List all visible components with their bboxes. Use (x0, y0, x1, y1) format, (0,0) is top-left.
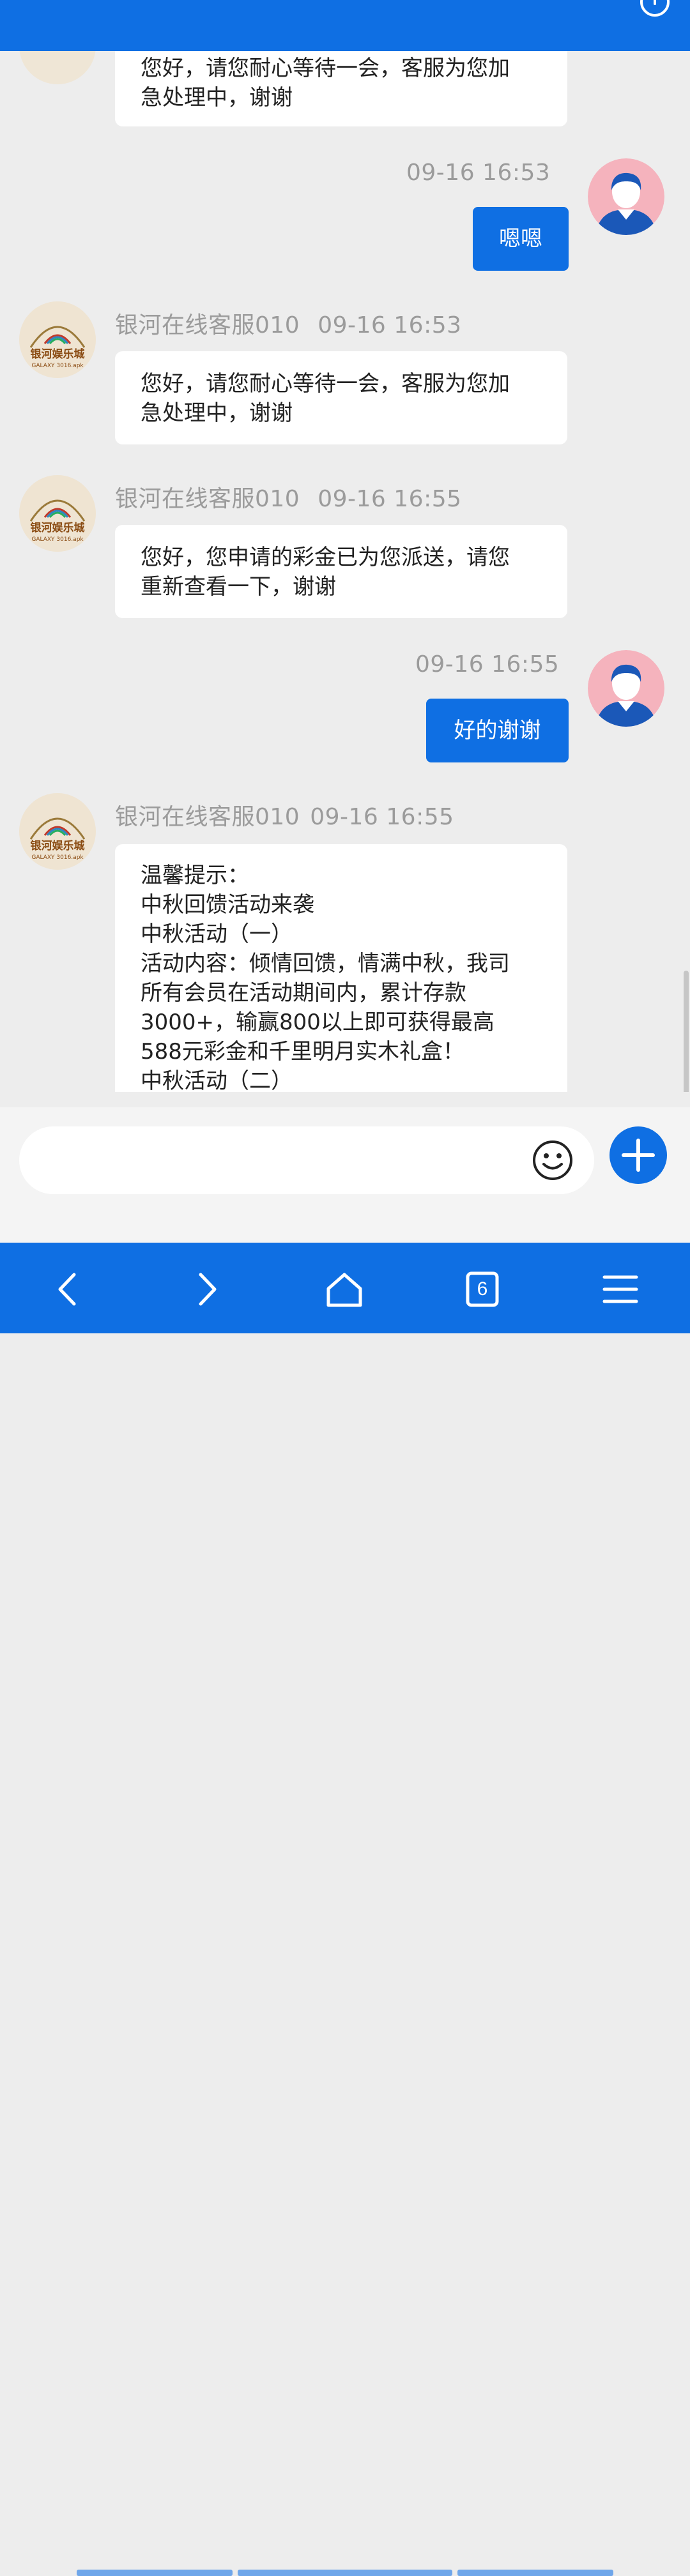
back-icon[interactable] (46, 1267, 91, 1312)
agent-message-bubble: 您好，您申请的彩金已为您派送，请您 重新查看一下，谢谢 (115, 525, 567, 618)
message-text: 好的谢谢 (454, 718, 541, 743)
message-line: 急处理中，谢谢 (141, 85, 293, 110)
message-meta: 银河在线客服010 09-16 16:55 (115, 480, 462, 513)
agent-logo-title: 银河娱乐城 (31, 521, 85, 534)
message-time: 09-16 16:55 (310, 804, 454, 830)
user-avatar-icon (588, 158, 664, 235)
message-line: 3000+，输赢800以上即可获得最高 (141, 1010, 494, 1035)
message-line: 588元彩金和千里明月实木礼盒！ (141, 1039, 464, 1064)
message-sender: 银河在线客服010 (115, 804, 300, 830)
user-avatar[interactable] (588, 650, 664, 727)
home-icon[interactable] (322, 1267, 367, 1312)
message-line: 您好，请您耐心等待一会，客服为您加 (141, 371, 510, 397)
agent-message-bubble: 您好，请您耐心等待一会，客服为您加 急处理中，谢谢 (115, 351, 567, 444)
message-line: 您好，请您耐心等待一会，客服为您加 (141, 56, 510, 81)
emoji-icon[interactable] (532, 1139, 574, 1181)
message-time: 09-16 16:53 (318, 312, 462, 338)
user-message-bubble: 嗯嗯 (473, 207, 569, 271)
tab-strip (457, 2570, 613, 2576)
message-line: 中秋活动（一） (141, 921, 293, 947)
tabs-button[interactable]: 6 (460, 1267, 505, 1312)
message-input[interactable] (19, 1126, 594, 1194)
user-avatar[interactable] (588, 158, 664, 235)
agent-logo-icon: 银河娱乐城 GALAXY 3016.apk (19, 793, 96, 870)
agent-logo-icon: 银河娱乐城 GALAXY 3016.apk (19, 475, 96, 552)
message-meta: 09-16 16:55 (415, 651, 559, 678)
agent-message-bubble: 温馨提示： 中秋回馈活动来袭 中秋活动（一） 活动内容：倾情回馈，情满中秋，我司… (115, 844, 567, 1092)
user-message-bubble: 好的谢谢 (426, 699, 569, 762)
message-time: 09-16 16:53 (406, 160, 551, 186)
message-composer (0, 1107, 690, 1243)
tab-count: 6 (477, 1278, 488, 1299)
menu-icon[interactable] (598, 1267, 643, 1312)
message-time: 09-16 16:55 (318, 486, 462, 512)
agent-logo-subtitle: GALAXY 3016.apk (31, 854, 84, 861)
agent-avatar[interactable] (19, 51, 96, 84)
power-icon[interactable] (639, 0, 671, 18)
chat-message-list[interactable]: 您好，请您耐心等待一会，客服为您加 急处理中，谢谢 09-16 16:53 嗯嗯… (0, 51, 690, 1092)
message-line: 急处理中，谢谢 (141, 400, 293, 426)
message-line: 中秋活动（二） (141, 1068, 293, 1092)
agent-avatar[interactable]: 银河娱乐城 GALAXY 3016.apk (19, 793, 96, 870)
message-meta: 银河在线客服010 09-16 16:53 (115, 307, 462, 340)
user-avatar-icon (588, 650, 664, 727)
message-line: 重新查看一下，谢谢 (141, 574, 336, 600)
message-sender: 银河在线客服010 (115, 486, 300, 512)
message-line: 中秋回馈活动来袭 (141, 892, 314, 918)
top-bar (0, 0, 690, 51)
agent-logo-icon: 银河娱乐城 GALAXY 3016.apk (19, 301, 96, 378)
message-line: 活动内容：倾情回馈，情满中秋，我司 (141, 951, 510, 976)
chat-scrollbar[interactable] (684, 971, 689, 1092)
message-line: 您好，您申请的彩金已为您派送，请您 (141, 545, 510, 570)
message-meta: 09-16 16:53 (406, 160, 550, 186)
agent-avatar[interactable]: 银河娱乐城 GALAXY 3016.apk (19, 475, 96, 552)
agent-message-bubble: 您好，请您耐心等待一会，客服为您加 急处理中，谢谢 (115, 51, 567, 126)
message-text: 嗯嗯 (499, 226, 542, 252)
agent-logo-title: 银河娱乐城 (31, 347, 85, 361)
agent-logo-subtitle: GALAXY 3016.apk (31, 536, 84, 543)
agent-logo-title: 银河娱乐城 (31, 839, 85, 852)
browser-nav-bar: 6 (0, 1243, 690, 2576)
agent-logo-subtitle: GALAXY 3016.apk (31, 363, 84, 369)
message-line: 温馨提示： (141, 863, 249, 888)
message-sender: 银河在线客服010 (115, 312, 300, 338)
message-time: 09-16 16:55 (415, 651, 560, 678)
message-meta: 银河在线客服010 09-16 16:55 (115, 798, 454, 831)
add-attachment-button[interactable] (610, 1126, 667, 1184)
tab-strip (238, 2570, 452, 2576)
tab-strip (77, 2570, 233, 2576)
message-line: 所有会员在活动期间内，累计存款 (141, 980, 466, 1006)
plus-icon (622, 1139, 655, 1172)
forward-icon[interactable] (184, 1267, 229, 1312)
agent-avatar[interactable]: 银河娱乐城 GALAXY 3016.apk (19, 301, 96, 378)
